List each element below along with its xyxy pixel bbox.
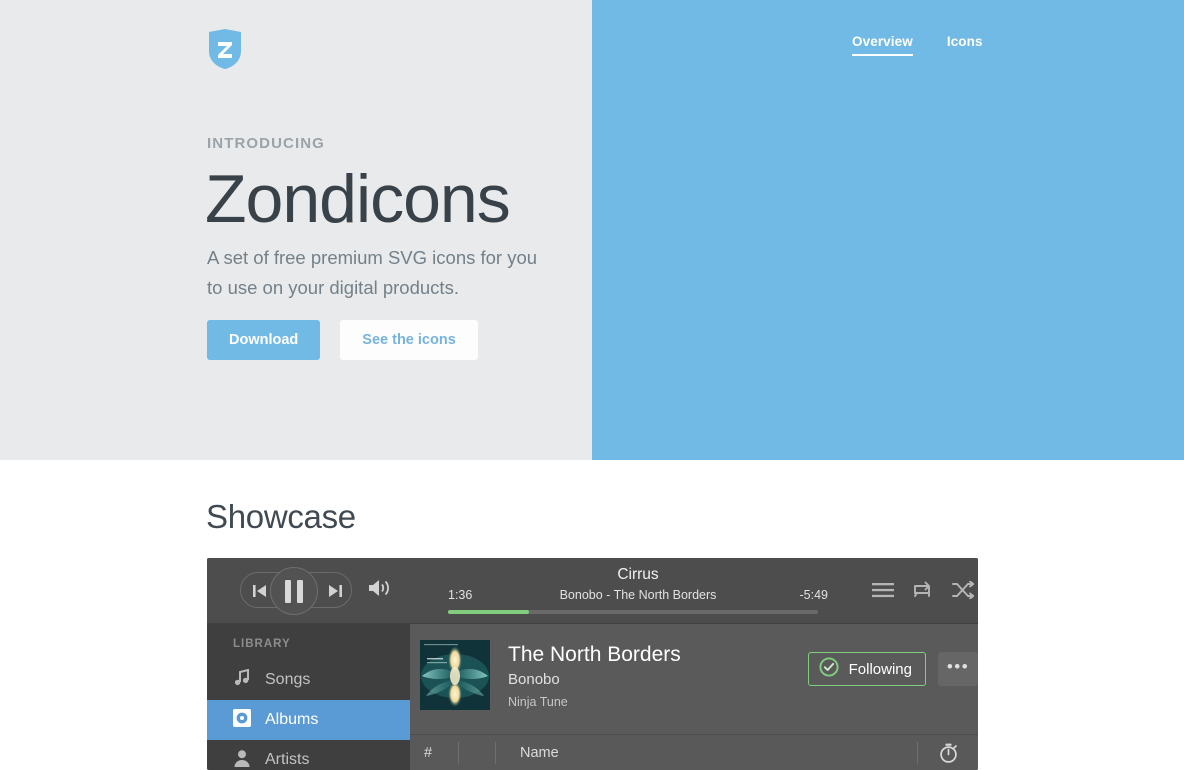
following-button-label: Following <box>848 660 912 678</box>
sidebar-item-artists[interactable]: Artists <box>207 740 410 770</box>
player-toolbar: Cirrus 1:36 Bonobo - The North Borders -… <box>207 558 978 624</box>
showcase-heading: Showcase <box>206 498 356 535</box>
following-button[interactable]: Following <box>807 652 926 686</box>
sidebar-item-label: Albums <box>265 711 319 728</box>
track-meta: 1:36 Bonobo - The North Borders -5:49 <box>448 588 828 606</box>
repeat-icon[interactable] <box>912 580 934 604</box>
hero-right-panel <box>592 0 1184 460</box>
shuffle-icon[interactable] <box>952 580 976 604</box>
progress-bar-fill <box>448 610 530 614</box>
sidebar-item-label: Songs <box>265 671 311 688</box>
column-name[interactable]: Name <box>496 745 917 761</box>
track-subtitle: Bonobo - The North Borders <box>559 588 717 602</box>
stopwatch-icon[interactable] <box>918 743 978 763</box>
progress-bar[interactable] <box>448 610 818 614</box>
sidebar-item-songs[interactable]: Songs <box>207 660 410 700</box>
remaining-time: -5:49 <box>799 588 829 602</box>
album-text: The North Borders Bonobo Ninja Tune <box>508 640 681 709</box>
shield-z-icon <box>207 28 243 70</box>
track-title: Cirrus <box>617 566 659 583</box>
sidebar-item-label: Artists <box>265 751 310 768</box>
download-button[interactable]: Download <box>207 320 321 360</box>
hero-eyebrow: INTRODUCING <box>207 135 325 152</box>
top-navigation: Overview Icons <box>852 34 983 56</box>
hero-section: Overview Icons INTRODUCING Zondicons A s… <box>0 0 1184 460</box>
music-note-icon <box>233 668 251 692</box>
see-the-icons-button[interactable]: See the icons <box>340 320 478 360</box>
volume-up-icon[interactable] <box>367 578 393 603</box>
more-options-icon: ••• <box>946 657 970 676</box>
nav-item-icons[interactable]: Icons <box>947 34 983 54</box>
disc-icon <box>233 708 251 732</box>
skip-next-icon[interactable] <box>317 573 353 609</box>
person-icon <box>233 749 251 770</box>
transport-controls <box>240 567 353 615</box>
hero-subhead: A set of free premium SVG icons for you … <box>207 247 538 298</box>
album-detail-panel: The North Borders Bonobo Ninja Tune Foll… <box>410 624 978 770</box>
more-options-button[interactable]: ••• <box>938 652 978 686</box>
album-record-label: Ninja Tune <box>508 695 568 709</box>
pause-icon[interactable] <box>270 567 318 615</box>
album-action-row: Following ••• <box>807 652 978 686</box>
check-circle-icon <box>819 657 839 681</box>
album-artwork <box>420 640 490 710</box>
column-number[interactable]: # <box>410 745 458 761</box>
library-sidebar: LIBRARY Songs Albums Artists <box>207 624 410 770</box>
hero-button-row: Download See the icons <box>207 320 478 360</box>
playlist-icon[interactable] <box>872 582 894 603</box>
nav-item-overview[interactable]: Overview <box>852 34 913 56</box>
player-body: LIBRARY Songs Albums Artists The North B… <box>207 624 978 770</box>
music-player-showcase: Cirrus 1:36 Bonobo - The North Borders -… <box>207 558 978 770</box>
now-playing-info: Cirrus 1:36 Bonobo - The North Borders -… <box>448 566 828 606</box>
album-title: The North Borders <box>508 643 681 666</box>
track-table-header: # Name <box>410 734 978 770</box>
album-artist: Bonobo <box>508 671 560 688</box>
column-divider <box>458 741 459 764</box>
page-title: Zondicons <box>205 161 511 237</box>
sidebar-item-albums[interactable]: Albums <box>207 700 410 740</box>
library-heading: LIBRARY <box>233 638 291 650</box>
player-options <box>872 580 976 604</box>
